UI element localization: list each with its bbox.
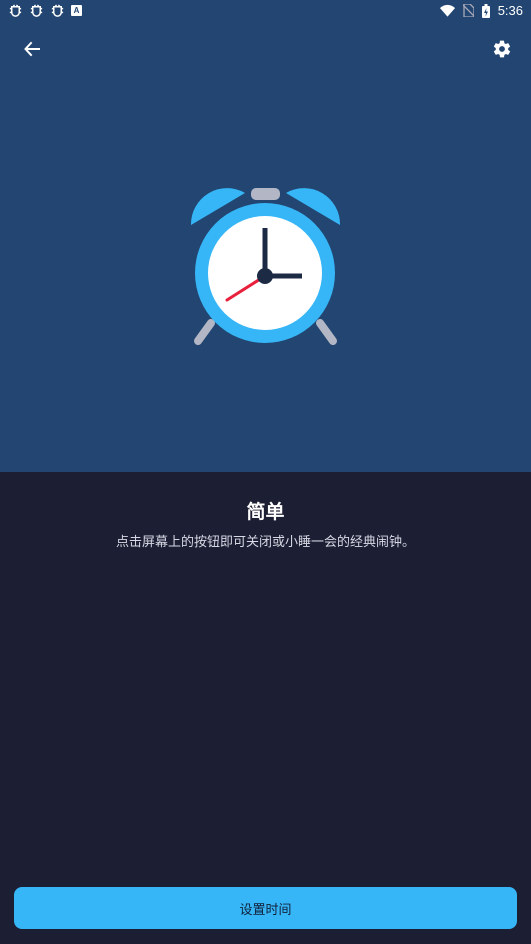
battery-icon [481,3,490,18]
alarm-clock-illustration [190,188,341,345]
set-time-button[interactable]: 设置时间 [14,887,517,929]
back-button[interactable] [18,35,46,63]
page-description: 点击屏幕上的按钮即可关闭或小睡一会的经典闹钟。 [115,535,415,550]
arrow-back-icon [24,41,40,57]
bug-icon [51,4,64,17]
gear-icon [493,40,511,58]
status-bar: A 5:36 [0,0,531,24]
status-time: 5:36 [497,3,523,18]
bug-icon [9,4,22,17]
settings-button[interactable] [488,35,516,63]
bug-icon [30,4,43,17]
page-title: 简单 [246,501,285,523]
a-icon: A [71,5,82,16]
wifi-icon [439,4,455,17]
no-sim-icon [462,4,474,17]
